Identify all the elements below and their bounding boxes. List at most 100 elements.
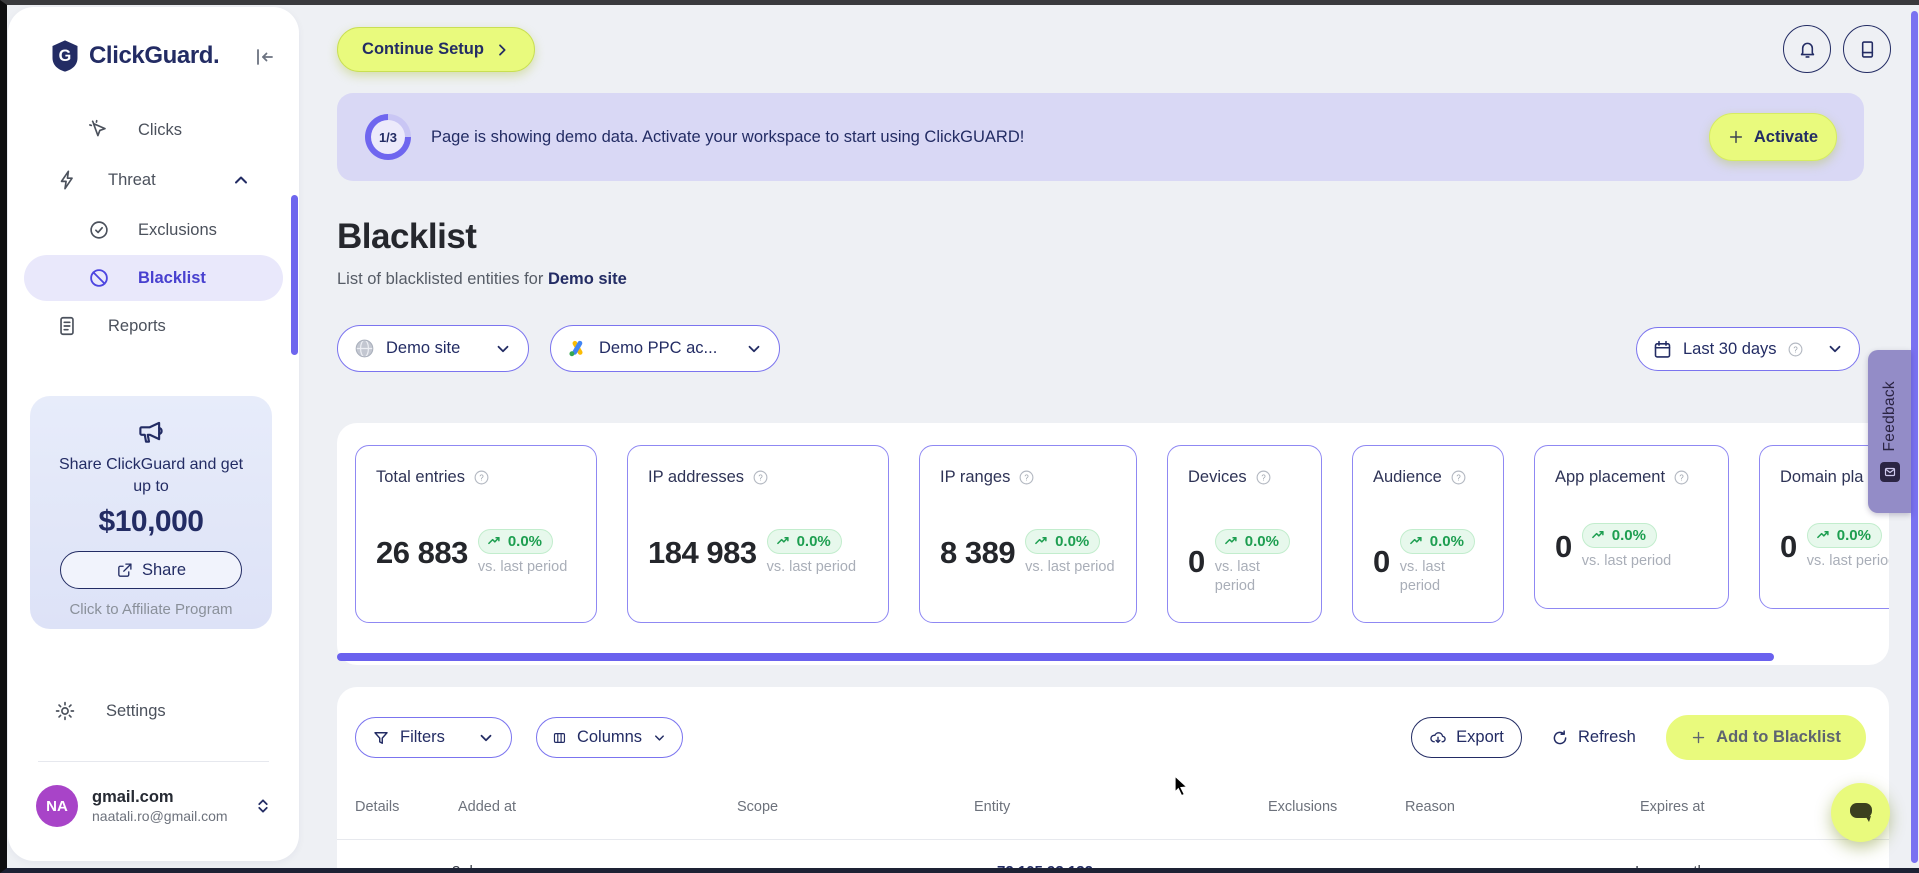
- promo-amount: $10,000: [98, 505, 204, 539]
- columns-icon: [553, 732, 566, 743]
- feedback-label: Feedback: [1880, 381, 1898, 452]
- document-icon: [60, 316, 74, 336]
- continue-setup-button[interactable]: Continue Setup: [337, 27, 535, 72]
- refresh-icon: [1553, 729, 1567, 744]
- stat-value: 0: [1555, 528, 1572, 564]
- refresh-label: Refresh: [1578, 728, 1636, 746]
- col-header-scope[interactable]: Scope: [737, 799, 778, 815]
- change-badge: 0.0%: [766, 529, 842, 554]
- chat-launcher-button[interactable]: [1831, 783, 1890, 842]
- add-to-blacklist-button[interactable]: Add to Blacklist: [1666, 715, 1866, 760]
- sidebar-item-label: Reports: [108, 316, 166, 335]
- sidebar-item-clicks[interactable]: Clicks: [8, 105, 299, 155]
- col-header-entity[interactable]: Entity: [974, 799, 1010, 815]
- svg-text:?: ?: [1456, 473, 1461, 482]
- compare-label: vs. last period: [1214, 559, 1260, 594]
- change-badge: 0.0%: [477, 529, 554, 554]
- columns-button[interactable]: Columns: [536, 717, 683, 758]
- chevron-up-icon: [235, 176, 247, 184]
- svg-text:?: ?: [1679, 473, 1684, 482]
- stat-label: IP addresses: [648, 468, 745, 486]
- sidebar-scrollbar[interactable]: [291, 195, 298, 355]
- stats-horizontal-scrollbar[interactable]: [337, 653, 1774, 661]
- book-icon: [1861, 40, 1873, 58]
- share-button[interactable]: Share: [60, 551, 242, 590]
- settings-label: Settings: [106, 701, 166, 720]
- cloud-download-icon: [1430, 731, 1446, 743]
- col-header-exclusions[interactable]: Exclusions: [1268, 799, 1337, 815]
- calendar-icon: [1654, 340, 1671, 358]
- change-badge: 0.0%: [1025, 529, 1101, 554]
- stat-value: 0: [1373, 544, 1390, 580]
- filters-label: Filters: [400, 728, 445, 746]
- account-switcher[interactable]: NA gmail.com naatali.ro@gmail.com: [36, 785, 272, 827]
- svg-text:?: ?: [479, 473, 484, 482]
- sidebar-item-blacklist[interactable]: Blacklist: [24, 255, 283, 301]
- continue-setup-label: Continue Setup: [362, 40, 484, 58]
- logo[interactable]: G ClickGuard.: [50, 39, 220, 73]
- sidebar-item-threat[interactable]: Threat: [8, 155, 299, 205]
- compare-label: vs. last period: [1806, 553, 1889, 569]
- svg-text:?: ?: [1793, 345, 1798, 354]
- page-vertical-scrollbar[interactable]: [1911, 11, 1918, 863]
- sidebar-item-exclusions[interactable]: Exclusions: [8, 205, 299, 255]
- external-link-icon: [118, 563, 132, 577]
- help-icon[interactable]: ?: [752, 469, 769, 486]
- cursor-icon: [89, 119, 106, 137]
- stat-card-devices: Devices ? 0 0.0% vs. last period: [1167, 445, 1322, 623]
- col-header-reason[interactable]: Reason: [1405, 799, 1455, 815]
- stat-label: App placement: [1555, 468, 1666, 486]
- trend-up-icon: [487, 537, 500, 545]
- site-selector[interactable]: Demo site: [337, 325, 529, 372]
- notifications-button[interactable]: [1783, 25, 1831, 73]
- help-icon[interactable]: ?: [473, 469, 490, 486]
- help-icon[interactable]: ?: [1255, 469, 1272, 486]
- promo-note: Click to Affiliate Program: [69, 601, 233, 619]
- svg-text:?: ?: [1261, 473, 1266, 482]
- change-value: 0.0%: [1244, 533, 1279, 550]
- plus-icon: [1692, 731, 1705, 744]
- blacklist-table-panel: Filters Columns Export Refresh Add to Bl…: [337, 687, 1889, 873]
- help-icon[interactable]: ?: [1787, 341, 1804, 358]
- compare-label: vs. last period: [1581, 553, 1672, 569]
- sidebar-item-settings[interactable]: Settings: [8, 687, 299, 735]
- columns-label: Columns: [576, 728, 643, 746]
- help-icon[interactable]: ?: [1450, 469, 1467, 486]
- activate-button[interactable]: Activate: [1709, 113, 1837, 161]
- chevron-down-icon: [480, 734, 492, 741]
- gear-icon: [55, 701, 75, 721]
- col-header-expires-at[interactable]: Expires at: [1640, 799, 1704, 815]
- ppc-account-selector[interactable]: Demo PPC ac...: [550, 325, 780, 372]
- user-email: naatali.ro@gmail.com: [92, 808, 228, 824]
- change-badge: 0.0%: [1214, 529, 1290, 554]
- change-value: 0.0%: [1429, 533, 1464, 550]
- feedback-tab[interactable]: Feedback: [1868, 350, 1911, 513]
- refresh-button[interactable]: Refresh: [1551, 717, 1636, 758]
- sidebar-item-label: Clicks: [138, 120, 182, 139]
- docs-button[interactable]: [1843, 25, 1891, 73]
- filters-button[interactable]: Filters: [355, 717, 512, 758]
- trend-up-icon: [776, 537, 789, 545]
- stat-value: 0: [1780, 528, 1797, 564]
- col-header-details[interactable]: Details: [355, 799, 399, 815]
- chevron-down-icon: [748, 345, 760, 352]
- export-label: Export: [1456, 728, 1504, 746]
- activate-label: Activate: [1753, 127, 1819, 146]
- trend-up-icon: [1224, 537, 1237, 545]
- help-icon[interactable]: ?: [1673, 469, 1690, 486]
- table-row-expires-at: In a month: [1635, 863, 1706, 873]
- export-button[interactable]: Export: [1411, 717, 1522, 758]
- page-subtitle-prefix: List of blacklisted entities for: [337, 270, 548, 288]
- help-icon[interactable]: ?: [1018, 469, 1035, 486]
- sidebar-item-reports[interactable]: Reports: [8, 301, 299, 351]
- stat-card-ip-addresses: IP addresses ? 184 983 0.0% vs. last per…: [627, 445, 889, 623]
- chevron-down-icon: [1829, 345, 1841, 353]
- collapse-sidebar-icon[interactable]: [252, 45, 276, 69]
- avatar: NA: [36, 785, 78, 827]
- app-window: G ClickGuard. Clicks Threat Exclusions B…: [0, 0, 1919, 873]
- svg-text:G: G: [59, 47, 72, 65]
- date-range-selector[interactable]: Last 30 days ?: [1636, 327, 1860, 371]
- funnel-icon: [374, 731, 388, 744]
- col-header-added-at[interactable]: Added at: [458, 799, 516, 815]
- compare-label: vs. last period: [1399, 559, 1445, 594]
